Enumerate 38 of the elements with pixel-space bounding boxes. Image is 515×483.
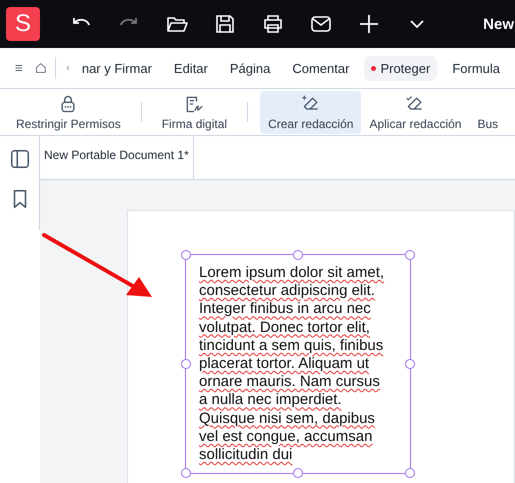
document-title: New [483,16,514,32]
toolbar-button[interactable]: Firma digital [154,90,236,134]
save-icon[interactable] [213,12,237,36]
ribbon-tab[interactable]: Proteger [364,56,438,80]
text-line: a nulla nec imperdiet. [199,391,343,410]
resize-handle[interactable] [181,359,191,370]
text-line: volutpat. Donec tortor elit, [199,318,371,337]
print-icon[interactable] [261,12,285,36]
ribbon-tab[interactable]: Página [222,56,278,80]
plus-icon[interactable] [357,12,381,36]
resize-handle[interactable] [405,250,415,260]
app-logo[interactable]: S [6,7,40,41]
active-dot [371,66,376,70]
toolbar-button[interactable]: Aplicar redacción [361,90,470,134]
text-line: tincidunt a sem quis, finibus [199,336,384,356]
text-line: Integer finibus in arcu nec [199,300,372,319]
resize-handle[interactable] [293,250,303,260]
text-line: consectetur adipiscing elit. [199,282,376,300]
text-line: ornare mauris. Nam cursus [199,373,381,392]
panel-icon[interactable] [8,148,30,170]
ribbon-tab[interactable]: Comentar [285,56,356,80]
ribbon-tab[interactable]: Editar [166,56,215,80]
text-line: vel est congue, accumsan [199,428,374,446]
ribbon-tab[interactable]: Formula [445,56,507,80]
ribbon-tab[interactable]: nar y Firmar [74,56,159,80]
resize-handle[interactable] [405,468,415,478]
text-line: Lorem ipsum dolor sit amet, [199,264,386,282]
toolbar-button[interactable]: Restringir Permisos [8,90,129,134]
resize-handle[interactable] [405,359,415,370]
text-line: placerat tortor. Aliquam ut [199,355,370,374]
resize-handle[interactable] [181,468,191,478]
text-line: Quisque nisi sem, dapibus [199,410,376,428]
toolbar-button[interactable]: Bus [469,90,506,134]
text-line: sollicitudin dui [199,446,294,464]
resize-handle[interactable] [181,250,191,260]
resize-handle[interactable] [293,468,303,478]
toolbar-button[interactable]: Crear redacción [260,90,362,134]
signature-icon [184,94,204,114]
